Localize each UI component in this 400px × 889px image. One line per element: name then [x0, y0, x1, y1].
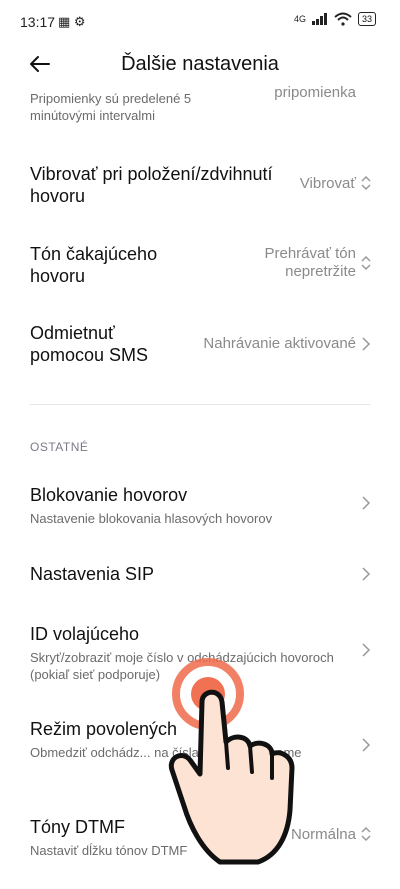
chevron-right-icon — [362, 567, 371, 581]
vibrate-value: Vibrovať — [299, 175, 356, 192]
up-down-chevron-icon — [361, 175, 371, 191]
wifi-icon — [334, 12, 352, 26]
chevron-right-icon — [362, 643, 371, 657]
vibrate-title: Vibrovať pri položení/zdvihnutí hovoru — [30, 164, 273, 206]
network-label: 4G — [293, 14, 306, 24]
header: Ďalšie nastavenia — [0, 40, 400, 90]
sip-settings-title: Nastavenia SIP — [30, 564, 155, 584]
waiting-tone-row[interactable]: Tón čakajúceho hovoru Prehrávať tón nepr… — [30, 243, 372, 289]
waiting-tone-title: Tón čakajúceho hovoru — [30, 244, 158, 286]
waiting-tone-value: Prehrávať tón nepretržite — [264, 245, 356, 280]
call-blocking-row[interactable]: Blokovanie hovorov Nastavenie blokovania… — [30, 484, 372, 528]
chevron-right-icon — [362, 337, 371, 351]
sip-settings-row[interactable]: Nastavenia SIP — [30, 563, 372, 585]
call-blocking-subtitle: Nastavenie blokovania hlasových hovorov — [30, 511, 273, 526]
sms-reject-value: Nahrávanie aktivované — [203, 335, 356, 352]
sms-reject-title: Odmietnuť pomocou SMS — [30, 323, 149, 365]
call-blocking-title: Blokovanie hovorov — [30, 485, 188, 505]
signal-icon — [311, 13, 327, 25]
section-label: OSTATNÉ — [30, 440, 89, 454]
sms-reject-row[interactable]: Odmietnuť pomocou SMS Nahrávanie aktivov… — [30, 322, 372, 368]
status-bar: 13:17 ▦ ⚙ 4G 33 — [0, 0, 400, 40]
up-down-chevron-icon — [361, 826, 371, 842]
notification-icons: ▦ ⚙ — [58, 14, 86, 29]
caller-id-title: ID volajúceho — [30, 624, 140, 644]
chevron-right-icon — [362, 496, 371, 510]
divider — [30, 404, 370, 405]
up-down-chevron-icon — [361, 255, 371, 271]
chevron-right-icon — [362, 738, 371, 752]
reminder-subtitle: Pripomienky sú predelené 5 minútovými in… — [30, 91, 192, 123]
battery-icon: 33 — [357, 12, 376, 26]
page-title: Ďalšie nastavenia — [121, 53, 279, 75]
tap-hand-icon — [168, 658, 295, 865]
status-time: 13:17 — [20, 14, 56, 30]
reminder-value: pripomienka — [274, 84, 356, 101]
status-right: 4G 33 — [294, 12, 376, 26]
vibrate-row[interactable]: Vibrovať pri položení/zdvihnutí hovoru V… — [30, 163, 372, 209]
reminder-row-partial[interactable]: Pripomienky sú predelené 5 minútovými in… — [30, 84, 372, 124]
